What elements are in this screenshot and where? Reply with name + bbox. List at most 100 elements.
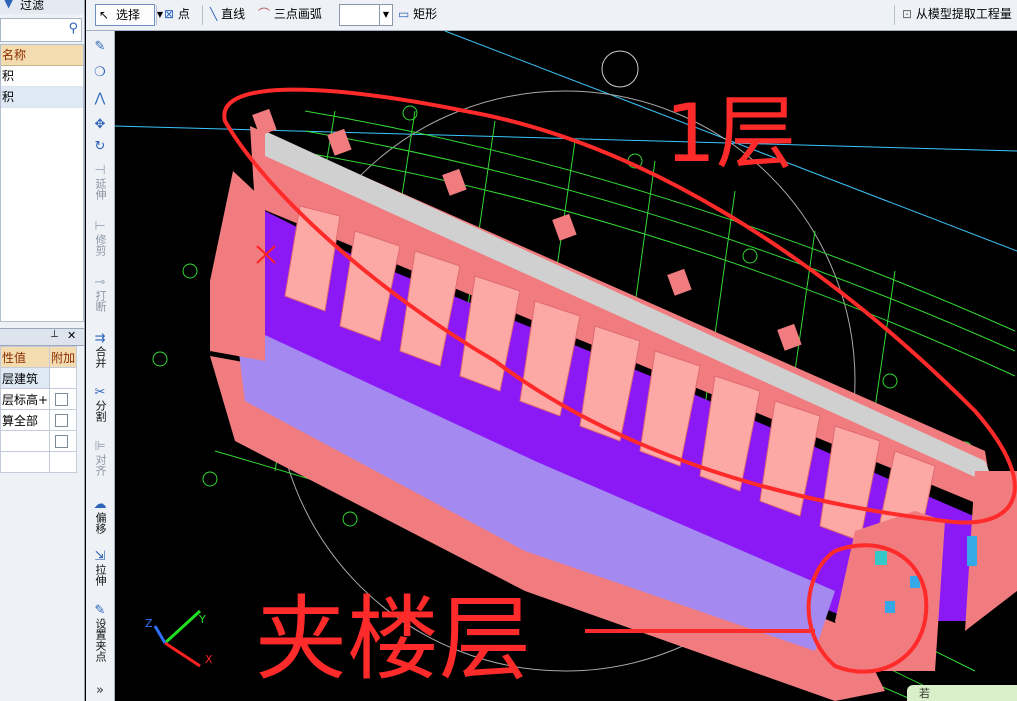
move-button[interactable]: ✥	[86, 117, 114, 132]
window	[885, 601, 895, 613]
trim-icon: ⊢	[94, 219, 106, 234]
toolbar-divider	[202, 5, 203, 25]
prop-header-extra: 附加	[49, 346, 78, 368]
extract-label: 从模型提取工程量	[915, 7, 1012, 21]
offset-icon: ☁	[93, 497, 107, 512]
split-label: 分割	[94, 400, 107, 422]
line-icon: ╲	[210, 7, 218, 21]
stretch-button[interactable]: ⇲ 拉伸	[86, 549, 114, 589]
mirror-button[interactable]: ⋀	[86, 91, 114, 106]
trim-button[interactable]: ⊢ 修剪	[86, 219, 114, 259]
point-icon: ⊠	[164, 7, 175, 21]
attach-checkbox[interactable]	[55, 414, 69, 427]
select-label: 选择	[116, 8, 141, 22]
filter-bar[interactable]: ▼ 过滤	[0, 0, 84, 14]
prop-cell-value[interactable]	[0, 451, 51, 473]
prop-cell-value[interactable]: 算全部	[0, 409, 51, 431]
offset-label: 偏移	[94, 512, 107, 534]
select-button[interactable]: ↖ 选择 ▼	[95, 4, 163, 26]
prop-cell-extra	[49, 367, 78, 389]
align-icon: ⊫	[94, 439, 106, 454]
prop-cell-value[interactable]: 层建筑	[0, 367, 51, 389]
prop-cell-value[interactable]	[0, 430, 51, 452]
move-icon: ✥	[94, 117, 106, 132]
prop-cell-extra	[49, 451, 78, 473]
line-label: 直线	[221, 7, 246, 21]
rectangle-icon: ▭	[398, 7, 410, 21]
prop-cell-extra	[49, 388, 78, 410]
prop-cell-extra	[49, 409, 78, 431]
toolbar-divider	[894, 5, 895, 25]
annotation-text-bottom: 夹楼层	[255, 586, 531, 693]
viewport-drawing: 1层 夹楼层 Y X Z	[115, 31, 1017, 701]
extend-icon: ⊣	[94, 163, 106, 178]
cursor-icon: ↖	[99, 8, 110, 22]
align-label: 对齐	[94, 454, 107, 476]
toolbar-divider	[156, 5, 157, 25]
merge-button[interactable]: ⇉ 合并	[86, 331, 114, 371]
split-icon: ✂	[94, 385, 106, 400]
rectangle-button[interactable]: ▭ 矩形	[398, 4, 437, 24]
annotation-text-top: 1层	[665, 87, 796, 180]
break-label: 打断	[94, 290, 107, 312]
model-viewport[interactable]: 1层 夹楼层 Y X Z 若	[115, 31, 1017, 701]
axis-gizmo: Y X Z	[145, 609, 213, 668]
mirror-icon: ⋀	[94, 91, 106, 106]
left-panel: ▼ 过滤 ⚲ 名称 积 积 ⊥ ✕ 性值 附加 层建筑 层标高+ 算全部	[0, 0, 85, 701]
extract-icon: ⊡	[902, 7, 913, 21]
list-item[interactable]: 积	[1, 66, 83, 87]
more-tools-button[interactable]: »	[86, 683, 114, 698]
filter-label: 过滤	[20, 0, 45, 12]
extend-button[interactable]: ⊣ 延伸	[86, 163, 114, 203]
arc-button[interactable]: ⌒ 三点画弧	[258, 4, 322, 24]
rectangle-label: 矩形	[413, 7, 438, 21]
attach-checkbox[interactable]	[55, 435, 69, 448]
list-header-name[interactable]: 名称	[1, 45, 83, 66]
axis-label-y: Y	[198, 613, 206, 626]
axis-label-x: X	[205, 653, 213, 666]
merge-icon: ⇉	[94, 331, 106, 346]
properties-table: 性值 附加 层建筑 层标高+ 算全部	[0, 346, 78, 473]
break-icon: ⊸	[94, 275, 106, 290]
status-chip: 若	[907, 685, 1017, 701]
set-grip-label: 设置夹点	[94, 618, 107, 662]
pin-icon[interactable]: ⊥	[50, 329, 59, 340]
prop-header-value: 性值	[0, 346, 51, 368]
brush-button[interactable]: ✎	[86, 39, 114, 54]
axis-label-z: Z	[145, 617, 153, 630]
trim-label: 修剪	[94, 234, 107, 256]
close-icon[interactable]: ✕	[67, 329, 76, 342]
ucs-circle	[601, 50, 639, 88]
extract-quantities-button[interactable]: ⊡ 从模型提取工程量	[902, 4, 1012, 24]
search-input[interactable]: ⚲	[0, 18, 82, 42]
modify-toolbar: ✎ ❍ ⋀ ✥ ↻ ⊣ 延伸 ⊢ 修剪 ⊸ 打断 ⇉ 合并 ✂ 分割 ⊫ 对齐 ☁ 偏移 ⇲ 拉…	[86, 31, 115, 701]
component-list: 名称 积 积	[0, 44, 84, 322]
double-chevron-down-icon: »	[96, 683, 104, 698]
rotate-button[interactable]: ↻	[86, 139, 114, 154]
align-button[interactable]: ⊫ 对齐	[86, 439, 114, 479]
window	[875, 551, 887, 565]
list-item[interactable]: 积	[1, 87, 83, 108]
rotate-icon: ↻	[94, 139, 106, 154]
arc-options-select[interactable]: ▼	[339, 4, 393, 26]
prop-cell-value[interactable]: 层标高+	[0, 388, 51, 410]
attach-checkbox[interactable]	[55, 393, 69, 406]
copy-button[interactable]: ❍	[86, 65, 114, 80]
stretch-label: 拉伸	[94, 564, 107, 586]
break-button[interactable]: ⊸ 打断	[86, 275, 114, 315]
copy-icon: ❍	[94, 65, 106, 80]
brush-icon: ✎	[94, 39, 106, 54]
chevron-down-icon[interactable]: ▼	[379, 5, 392, 25]
search-icon[interactable]: ⚲	[68, 21, 78, 36]
arc-icon: ⌒	[258, 7, 271, 21]
building-end-wall	[210, 171, 265, 361]
point-label: 点	[177, 7, 190, 21]
split-button[interactable]: ✂ 分割	[86, 385, 114, 425]
line-button[interactable]: ╲ 直线	[210, 4, 245, 24]
prop-cell-extra	[49, 430, 78, 452]
offset-button[interactable]: ☁ 偏移	[86, 497, 114, 537]
arc-label: 三点画弧	[273, 7, 322, 21]
point-button[interactable]: ⊠ 点	[164, 4, 190, 24]
set-grip-button[interactable]: ✎ 设置夹点	[86, 603, 114, 665]
properties-titlebar: ⊥ ✕	[0, 328, 84, 346]
